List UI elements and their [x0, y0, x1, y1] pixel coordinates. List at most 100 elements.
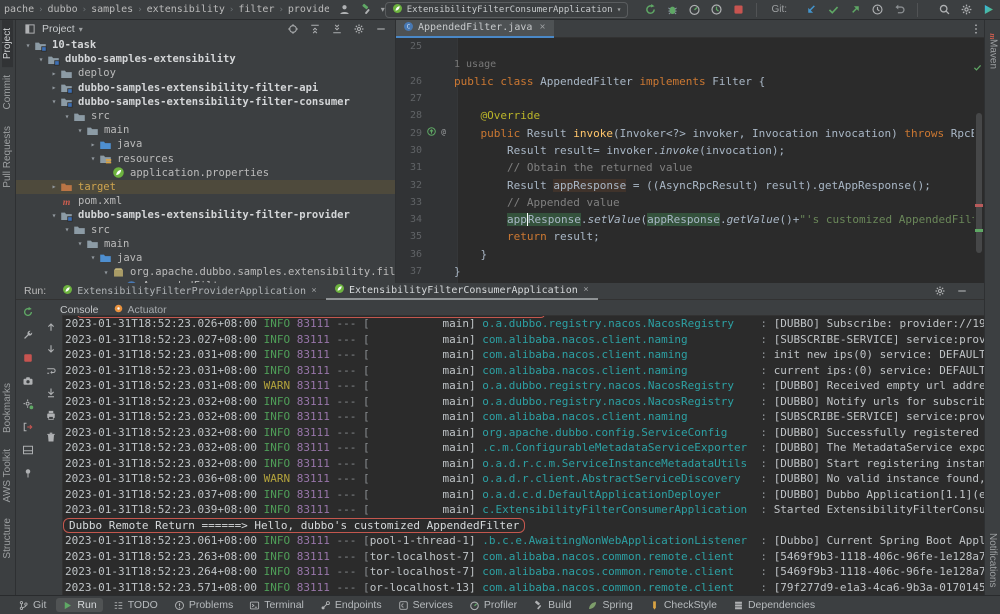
pin-icon[interactable]: [20, 465, 36, 481]
tree-item[interactable]: ▸dubbo-samples-extensibility-filter-api: [16, 81, 395, 95]
chevron-down-icon[interactable]: ▾: [35, 55, 47, 64]
chevron-down-icon[interactable]: ▾: [74, 239, 86, 248]
wrench-icon[interactable]: [20, 327, 36, 343]
tree-item[interactable]: ▸java: [16, 137, 395, 151]
chevron-down-icon[interactable]: ▾: [87, 154, 99, 163]
tree-item[interactable]: ▾dubbo-samples-extensibility-filter-prov…: [16, 208, 395, 222]
update-icon[interactable]: [803, 2, 819, 18]
debug-icon[interactable]: [664, 2, 680, 18]
breadcrumb-item[interactable]: provider: [288, 4, 329, 15]
trash-icon[interactable]: [43, 429, 59, 445]
logo-icon[interactable]: [980, 2, 996, 18]
layout-icon[interactable]: [20, 442, 36, 458]
search-icon[interactable]: [936, 2, 952, 18]
chevron-down-icon[interactable]: ▾: [87, 253, 99, 262]
toolwindow-button-notifications[interactable]: Notifications: [987, 525, 998, 595]
up-icon[interactable]: [43, 319, 59, 335]
rollback-icon[interactable]: [891, 2, 907, 18]
toolwindow-button-bookmarks[interactable]: Bookmarks: [2, 375, 13, 441]
tree-item[interactable]: ▾main: [16, 123, 395, 137]
tree-item[interactable]: ▾10-task: [16, 38, 395, 52]
statusbar-item-dependencies[interactable]: Dependencies: [727, 598, 821, 612]
locate-icon[interactable]: [285, 21, 301, 37]
statusbar-item-git[interactable]: Git: [12, 598, 52, 612]
chevron-down-icon[interactable]: ▾: [22, 41, 34, 50]
chevron-down-icon[interactable]: ▾: [61, 112, 73, 121]
chevron-right-icon[interactable]: ▸: [48, 182, 60, 191]
exit-icon[interactable]: [20, 419, 36, 435]
tree-item[interactable]: mpom.xml: [16, 194, 395, 208]
editor-tab[interactable]: CAppendedFilter.java: [396, 20, 554, 38]
tree-item[interactable]: ▾org.apache.dubbo.samples.extensibility.…: [16, 265, 395, 279]
run-tab[interactable]: ExtensibilityFilterConsumerApplication: [326, 283, 598, 300]
chevron-down-icon[interactable]: ▾: [61, 225, 73, 234]
stop-icon[interactable]: [730, 2, 746, 18]
tree-item[interactable]: ▾dubbo-samples-extensibility: [16, 52, 395, 66]
chevron-right-icon[interactable]: ▸: [48, 83, 60, 92]
error-stripe-mark[interactable]: [975, 204, 983, 207]
statusbar-item-problems[interactable]: Problems: [168, 598, 239, 612]
scrollend-icon[interactable]: [43, 385, 59, 401]
editor-scrollbar[interactable]: [974, 38, 984, 283]
chevron-down-icon[interactable]: ▾: [48, 97, 60, 106]
chevron-right-icon[interactable]: ▸: [48, 69, 60, 78]
statusbar-item-endpoints[interactable]: Endpoints: [314, 598, 388, 612]
more-icon[interactable]: [968, 21, 984, 37]
tree-item[interactable]: ▸deploy: [16, 66, 395, 80]
tree-item[interactable]: ▾main: [16, 237, 395, 251]
tree-item[interactable]: ▾src: [16, 109, 395, 123]
breadcrumb-item[interactable]: extensibility: [147, 4, 225, 15]
statusbar-item-todo[interactable]: TODO: [107, 598, 164, 612]
history-icon[interactable]: [869, 2, 885, 18]
breadcrumb-item[interactable]: samples: [91, 4, 133, 15]
override-icon[interactable]: [426, 126, 437, 140]
minimize-icon[interactable]: [373, 21, 389, 37]
down-icon[interactable]: [43, 341, 59, 357]
breadcrumb-item[interactable]: pache: [4, 4, 34, 15]
toolwindow-button-maven[interactable]: mMaven: [987, 20, 999, 77]
stop-icon[interactable]: [20, 350, 36, 366]
print-icon[interactable]: [43, 407, 59, 423]
softwrap-icon[interactable]: [43, 363, 59, 379]
tree-item[interactable]: ▾resources: [16, 152, 395, 166]
tree-item[interactable]: ▸target: [16, 180, 395, 194]
statusbar-item-build[interactable]: Build: [527, 598, 577, 612]
toolwindow-button-project[interactable]: Project: [2, 20, 13, 67]
gear-icon[interactable]: [932, 283, 948, 299]
gear-icon[interactable]: [958, 2, 974, 18]
statusbar-item-profiler[interactable]: Profiler: [463, 598, 523, 612]
close-icon[interactable]: [582, 285, 590, 296]
vcs-stripe-mark[interactable]: [975, 229, 983, 232]
run-configuration-select[interactable]: ExtensibilityFilterConsumerApplication▾: [385, 2, 629, 18]
close-icon[interactable]: [310, 286, 318, 297]
statusbar-item-spring[interactable]: Spring: [581, 598, 638, 612]
tree-item[interactable]: application.properties: [16, 166, 395, 180]
tree-item[interactable]: ▾dubbo-samples-extensibility-filter-cons…: [16, 95, 395, 109]
rerun-icon[interactable]: [20, 304, 36, 320]
statusbar-item-checkstyle[interactable]: CheckStyle: [643, 598, 723, 612]
breadcrumb-item[interactable]: dubbo: [48, 4, 78, 15]
commit-icon[interactable]: [825, 2, 841, 18]
breadcrumb-item[interactable]: filter: [238, 4, 274, 15]
chevron-down-icon[interactable]: ▾: [48, 211, 60, 220]
user-icon[interactable]: [337, 2, 353, 18]
toolwindow-button-commit[interactable]: Commit: [2, 67, 13, 117]
statusbar-item-run[interactable]: Run: [56, 598, 102, 612]
toolwindow-button-aws-toolkit[interactable]: AWS Toolkit: [2, 441, 13, 510]
chevron-down-icon[interactable]: ▾: [74, 126, 86, 135]
close-icon[interactable]: [538, 22, 547, 34]
chevron-down-icon[interactable]: ▾: [100, 268, 112, 277]
toolwindow-button-pull-requests[interactable]: Pull Requests: [2, 118, 13, 196]
tree-item[interactable]: ▾src: [16, 222, 395, 236]
usage-hint[interactable]: 1 usage: [454, 59, 496, 70]
inspections-ok-icon[interactable]: [972, 60, 983, 78]
rungear-icon[interactable]: [20, 396, 36, 412]
expand-all-icon[interactable]: [329, 21, 345, 37]
push-icon[interactable]: [847, 2, 863, 18]
chevron-right-icon[interactable]: ▸: [87, 140, 99, 149]
tree-item[interactable]: ▾java: [16, 251, 395, 265]
gear-icon[interactable]: [351, 21, 367, 37]
chevron-down-icon[interactable]: ▾: [79, 25, 83, 34]
collapse-all-icon[interactable]: [307, 21, 323, 37]
toolwindow-button-structure[interactable]: Structure: [2, 510, 13, 567]
